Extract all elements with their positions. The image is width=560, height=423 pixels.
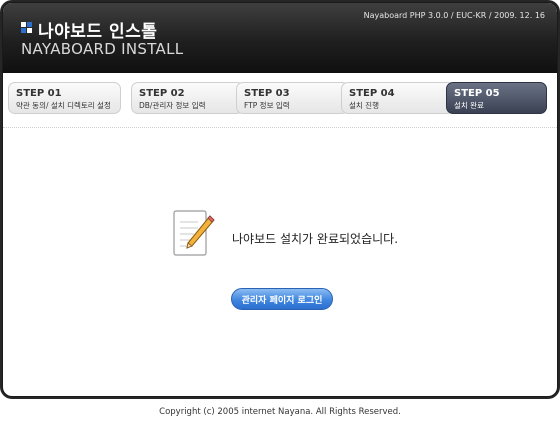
step-04: STEP 04 설치 진행 (341, 82, 454, 114)
copyright-footer: Copyright (c) 2005 internet Nayana. All … (159, 407, 401, 417)
app-title: 나야보드 인스톨 (38, 22, 158, 42)
step-01: STEP 01 약관 동의/ 설치 디렉토리 설정 (8, 82, 121, 114)
header: 나야보드 인스톨 NAYABOARD INSTALL Nayaboard PHP… (3, 3, 557, 73)
step-number: STEP 01 (16, 88, 62, 99)
step-number: STEP 05 (454, 88, 500, 99)
step-label: FTP 정보 입력 (244, 101, 290, 110)
app-subtitle: NAYABOARD INSTALL (21, 40, 184, 58)
step-05: STEP 05 설치 완료 (446, 82, 547, 114)
version-info: Nayaboard PHP 3.0.0 / EUC-KR / 2009. 12.… (363, 11, 545, 20)
step-label: 설치 완료 (454, 101, 484, 110)
logo-mark-icon (21, 22, 32, 33)
completion-message: 나야보드 설치가 완료되었습니다. (232, 232, 399, 246)
step-03: STEP 03 FTP 정보 입력 (236, 82, 349, 114)
step-number: STEP 04 (349, 88, 395, 99)
installer-window: 나야보드 인스톨 NAYABOARD INSTALL Nayaboard PHP… (2, 2, 558, 397)
step-label: DB/관리자 정보 입력 (139, 101, 206, 110)
admin-login-button[interactable]: 관리자 페이지 로그인 (231, 288, 333, 310)
step-label: 설치 진행 (349, 101, 379, 110)
step-navigation: STEP 01 약관 동의/ 설치 디렉토리 설정 STEP 02 DB/관리자… (3, 73, 557, 128)
step-02: STEP 02 DB/관리자 정보 입력 (131, 82, 244, 114)
step-label: 약관 동의/ 설치 디렉토리 설정 (16, 101, 111, 110)
step-number: STEP 03 (244, 88, 290, 99)
document-pencil-icon (173, 210, 215, 256)
step-number: STEP 02 (139, 88, 185, 99)
